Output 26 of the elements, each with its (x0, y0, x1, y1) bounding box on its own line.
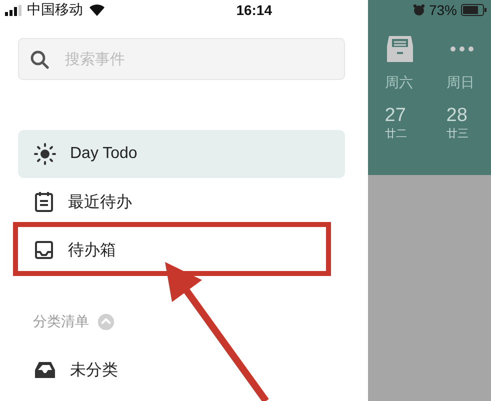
search-field[interactable]: 搜索事件 (18, 38, 345, 80)
lunar-date: 廿三 (446, 127, 468, 141)
inbox-icon (34, 240, 54, 260)
cabinet-icon[interactable] (385, 34, 416, 64)
collapse-icon[interactable] (97, 313, 115, 331)
date-number: 28 (446, 106, 468, 126)
menu-item[interactable]: 待办箱 (18, 226, 345, 274)
menu-item[interactable]: 未分类 (18, 346, 345, 394)
battery-percent: 73% (428, 2, 457, 18)
carrier-name: 中国移动 (27, 1, 83, 19)
more-icon[interactable] (450, 46, 474, 52)
tray-icon (34, 360, 56, 380)
calendar-icon (34, 191, 54, 213)
menu-item[interactable]: Day Todo (18, 130, 345, 178)
section-title: 分类清单 (33, 313, 89, 331)
lunar-date: 廿二 (384, 127, 407, 141)
status-time: 16:14 (236, 2, 272, 18)
date-number: 27 (384, 106, 406, 126)
wifi-icon (89, 4, 105, 16)
signal-icon (5, 4, 23, 16)
weekday-label: 周六 (384, 74, 413, 92)
alarm-icon (412, 4, 425, 16)
menu-item[interactable]: 最近待办 (18, 178, 345, 226)
weekday-label: 周日 (446, 74, 474, 92)
sun-icon (34, 143, 56, 165)
battery-icon (461, 4, 487, 16)
